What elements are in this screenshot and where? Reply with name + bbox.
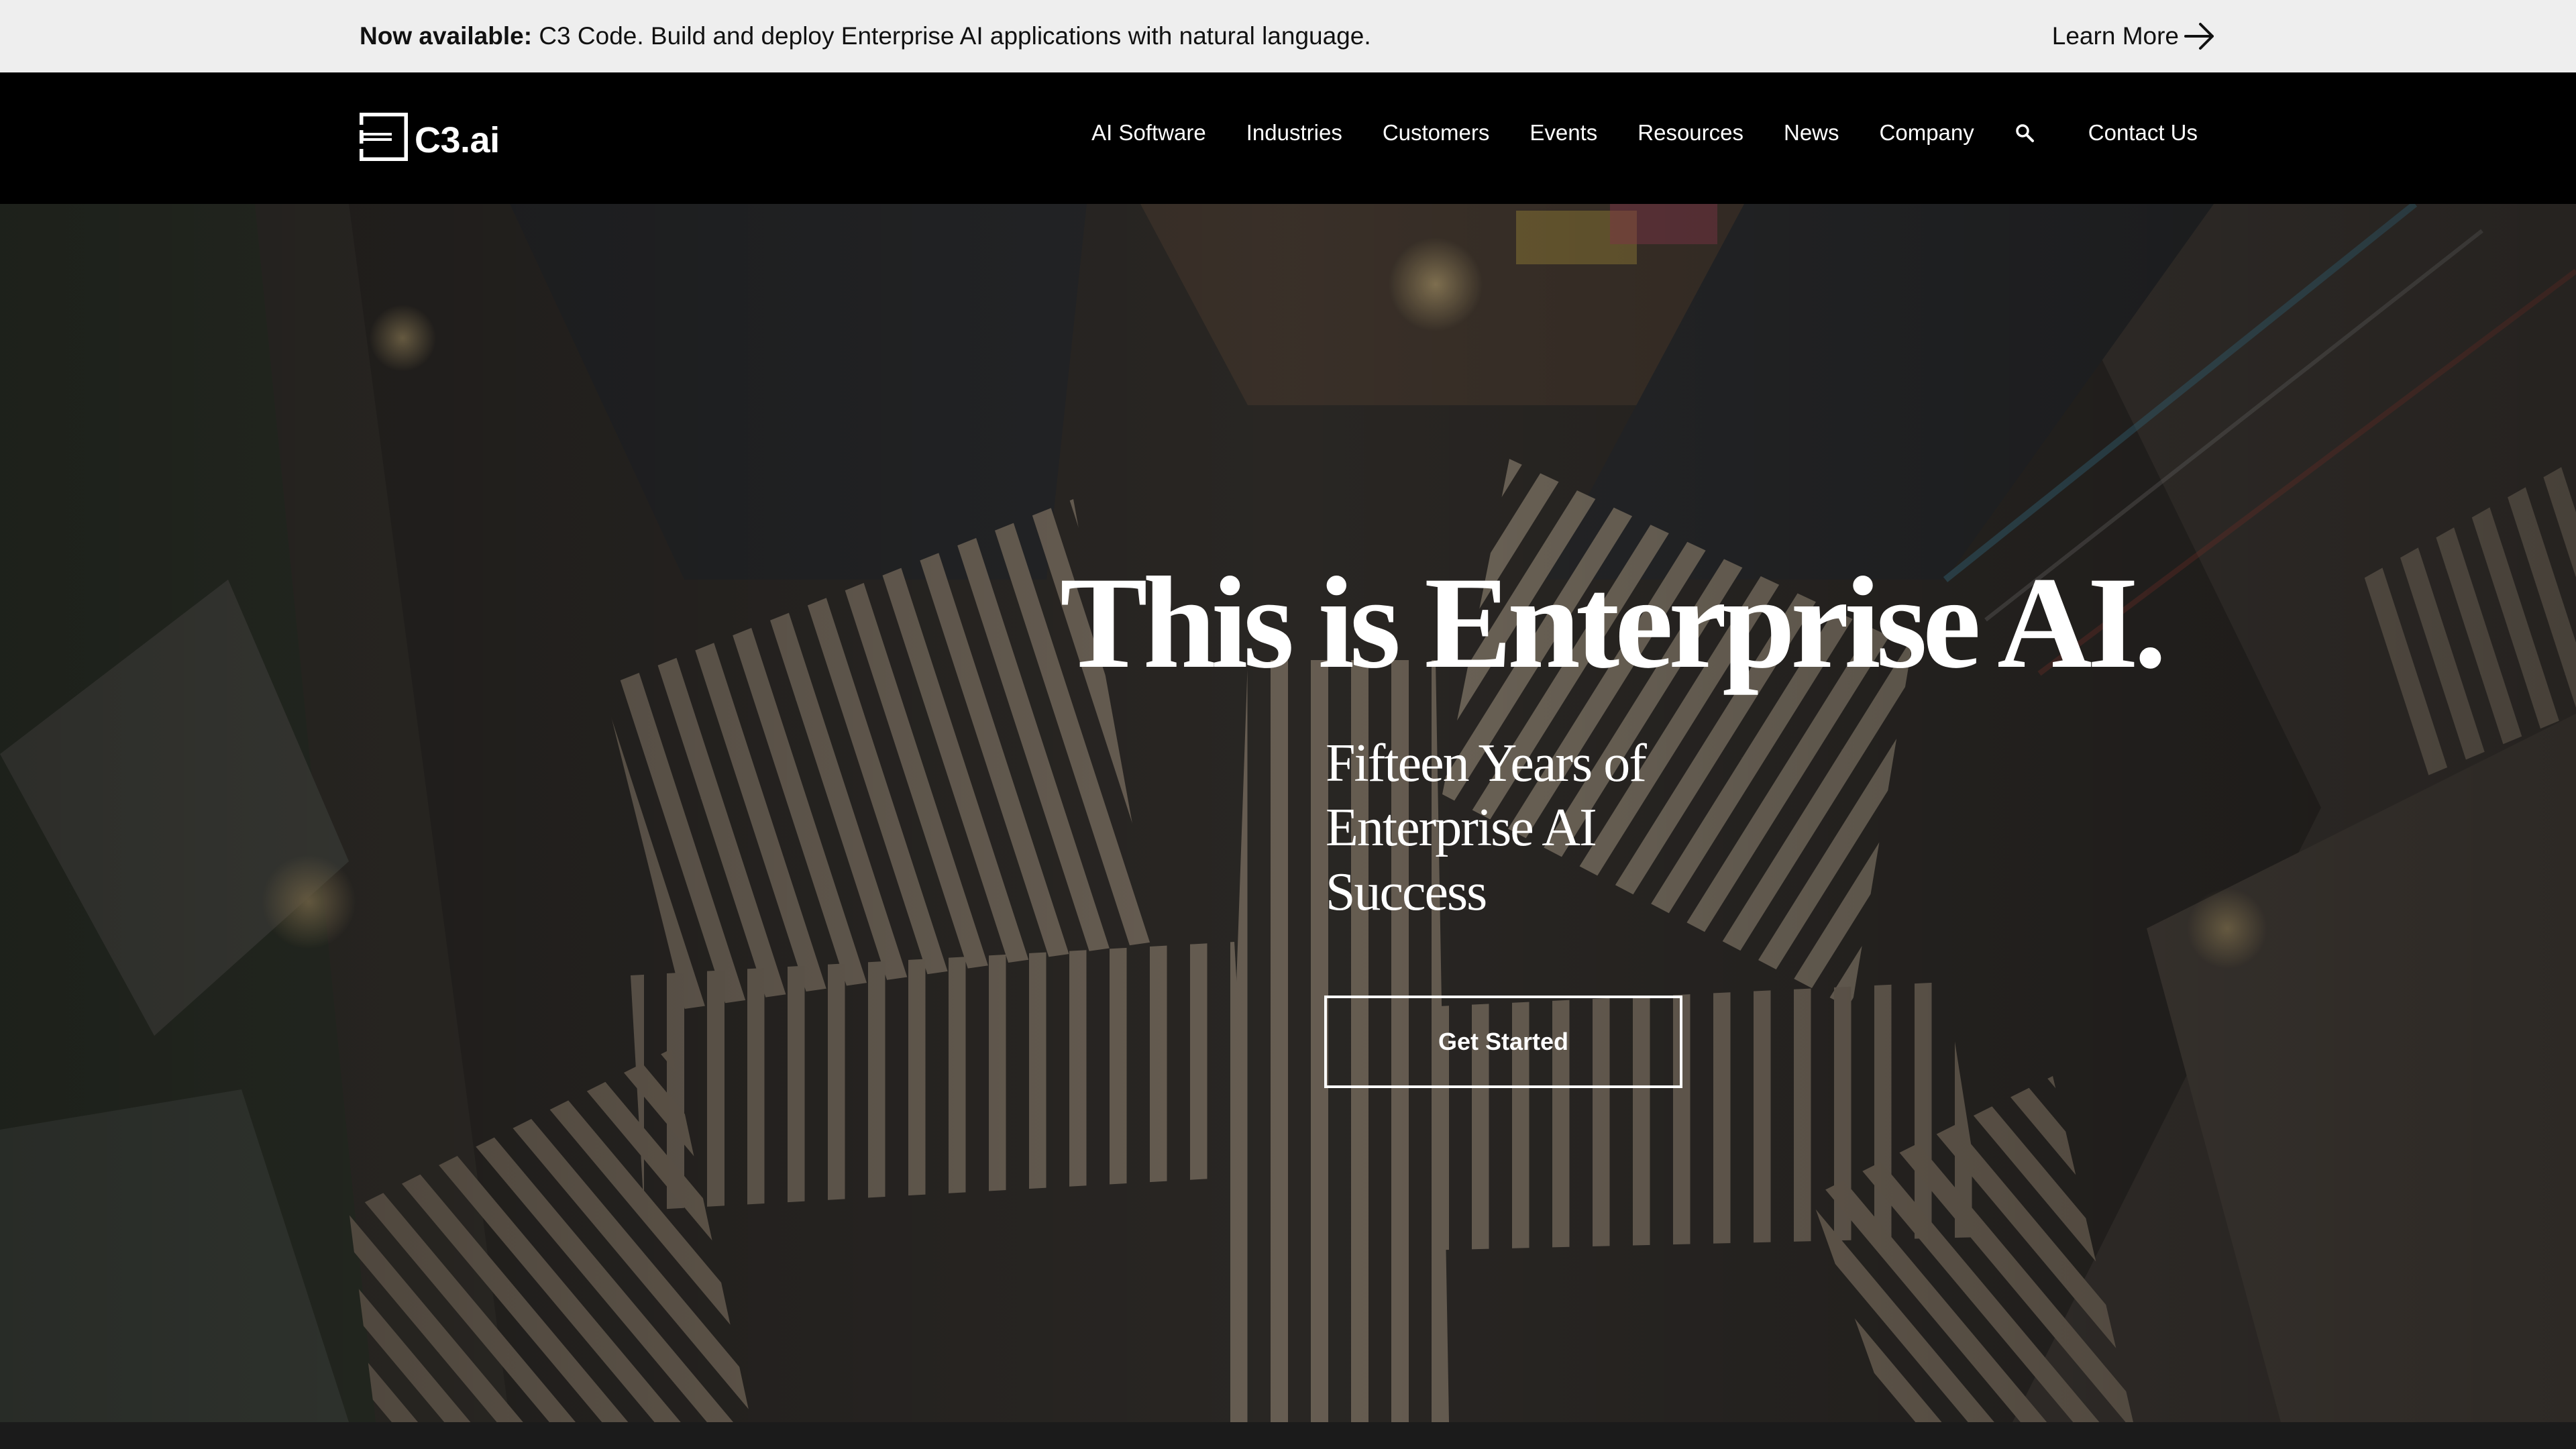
hero-section: This is Enterprise AI. Fifteen Years of …: [0, 204, 2576, 1422]
hero-subtitle: Fifteen Years of Enterprise AI Success: [1326, 734, 1647, 922]
nav-item-resources[interactable]: Resources: [1638, 120, 1743, 146]
nav-item-customers[interactable]: Customers: [1383, 120, 1490, 146]
nav-item-events[interactable]: Events: [1529, 120, 1597, 146]
nav-item-company[interactable]: Company: [1880, 120, 1974, 146]
nav-item-ai-software[interactable]: AI Software: [1091, 120, 1206, 146]
arrow-right-icon: [2184, 23, 2214, 50]
announcement-label: Now available:: [360, 22, 533, 50]
c3-logo-icon: [360, 113, 408, 161]
learn-more-link[interactable]: Learn More: [2052, 20, 2216, 52]
nav-item-industries[interactable]: Industries: [1246, 120, 1342, 146]
get-started-button[interactable]: Get Started: [1324, 996, 1682, 1088]
bottom-strip: [0, 1422, 2576, 1449]
announcement-text: Now available: C3 Code. Build and deploy…: [360, 21, 1371, 51]
brand-name: C3.ai: [415, 120, 500, 160]
announcement-bar: Now available: C3 Code. Build and deploy…: [0, 0, 2576, 72]
announcement-message: C3 Code. Build and deploy Enterprise AI …: [539, 22, 1371, 50]
learn-more-label: Learn More: [2051, 22, 2179, 50]
hero-background-image: [0, 204, 2576, 1422]
search-icon[interactable]: [2015, 123, 2035, 143]
nav-menu: AI Software Industries Customers Events …: [1091, 117, 2198, 149]
nav-item-news[interactable]: News: [1784, 120, 1839, 146]
contact-us-link[interactable]: Contact Us: [2088, 120, 2198, 146]
c3-logo[interactable]: C3.ai: [360, 107, 500, 161]
hero-title: This is Enterprise AI.: [1060, 550, 2167, 696]
